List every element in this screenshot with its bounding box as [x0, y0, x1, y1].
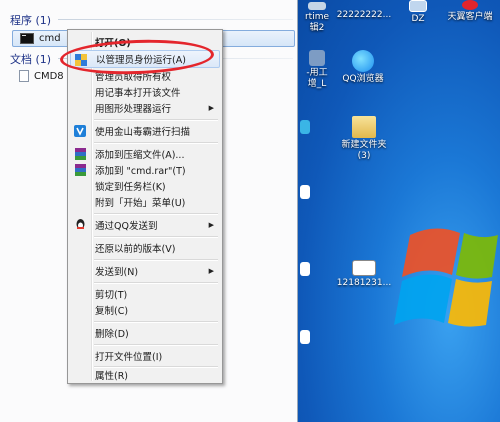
app-icon — [309, 50, 325, 66]
menu-item-run-with-gpu[interactable]: 用图形处理器运行 ▶ — [70, 99, 220, 117]
menu-item-label: 用记事本打开该文件 — [95, 88, 181, 99]
desktop-icon-12181231[interactable]: 12181231... — [336, 260, 392, 289]
menu-item-label: 复制(C) — [95, 306, 129, 317]
menu-separator — [94, 119, 218, 121]
file-icon — [300, 262, 310, 276]
file-icon — [352, 2, 376, 8]
kingsoft-antivirus-icon — [74, 125, 86, 137]
menu-separator — [94, 259, 218, 261]
menu-item-label: 属性(R) — [95, 371, 129, 382]
desktop-icon-label: QQ浏览器 — [342, 74, 384, 84]
menu-item-label: 添加到压缩文件(A)... — [95, 150, 185, 161]
desktop: rtime 辑2 22222222... DZ 天翼客户端 -用工 增_L QQ… — [298, 0, 500, 422]
desktop-icon-label: DZ — [411, 14, 425, 24]
menu-item-delete[interactable]: 删除(D) — [70, 324, 220, 342]
folder-icon — [352, 116, 376, 138]
desktop-icon-qq-browser[interactable]: QQ浏览器 — [338, 50, 388, 85]
menu-item-label: 添加到 "cmd.rar"(T) — [95, 166, 186, 177]
document-result-label: CMD8 — [34, 70, 64, 82]
menu-separator — [94, 236, 218, 238]
document-icon — [19, 70, 29, 82]
desktop-icon-tianyi[interactable]: 天翼客户端 — [442, 0, 498, 23]
documents-section-header: 文档 (1) — [10, 51, 293, 67]
qq-icon — [76, 219, 85, 229]
qq-browser-icon — [352, 50, 374, 72]
menu-item-pin-to-start[interactable]: 附到「开始」菜单(U) — [70, 193, 220, 211]
menu-separator — [94, 321, 218, 323]
programs-header-text: 程序 (1) — [10, 14, 52, 27]
submenu-arrow-icon: ▶ — [208, 221, 214, 229]
menu-item-properties[interactable]: 属性(R) — [70, 366, 220, 384]
cmd-icon — [20, 33, 34, 44]
documents-header-text: 文档 (1) — [10, 53, 52, 66]
menu-separator — [94, 142, 218, 144]
desktop-icon-2222[interactable]: 22222222... — [336, 2, 392, 21]
menu-item-kingsoft-scan[interactable]: 使用金山毒霸进行扫描 — [70, 122, 220, 140]
desktop-icon-partial[interactable] — [298, 330, 312, 346]
desktop-icon-label: 22222222... — [336, 10, 392, 20]
winrar-icon — [75, 148, 86, 160]
menu-item-label: 使用金山毒霸进行扫描 — [95, 127, 191, 138]
desktop-icon-label: rtime 辑2 — [304, 12, 330, 33]
menu-item-label: 通过QQ发送到 — [95, 221, 158, 232]
context-menu: 打开(O) 以管理员身份运行(A) 管理员取得所有权 用记事本打开该文件 用图形… — [67, 29, 223, 384]
desktop-icon-partial[interactable] — [298, 262, 312, 278]
menu-item-label: 发送到(N) — [95, 267, 139, 278]
menu-item-open-file-location[interactable]: 打开文件位置(I) — [70, 347, 220, 365]
menu-item-label: 剪切(T) — [95, 290, 128, 301]
file-icon — [300, 330, 310, 344]
desktop-icon-label: 12181231... — [336, 278, 392, 288]
app-icon — [308, 2, 326, 10]
menu-separator — [94, 213, 218, 215]
menu-item-restore-previous[interactable]: 还原以前的版本(V) — [70, 239, 220, 257]
desktop-icon-new-folder[interactable]: 新建文件夹 (3) — [336, 116, 392, 162]
programs-section-header: 程序 (1) — [10, 12, 293, 28]
menu-separator — [94, 344, 218, 346]
desktop-icon-partial[interactable] — [298, 120, 312, 136]
file-icon — [300, 185, 310, 199]
submenu-arrow-icon: ▶ — [208, 104, 214, 112]
app-icon — [409, 0, 427, 12]
app-icon — [300, 120, 310, 134]
menu-separator — [94, 282, 218, 284]
menu-item-send-to[interactable]: 发送到(N) ▶ — [70, 262, 220, 280]
windows-logo-wallpaper — [394, 228, 498, 327]
winrar-icon — [75, 164, 86, 176]
menu-item-send-via-qq[interactable]: 通过QQ发送到 ▶ — [70, 216, 220, 234]
desktop-icon-label: 天翼客户端 — [447, 12, 493, 22]
submenu-arrow-icon: ▶ — [208, 267, 214, 275]
menu-item-label: 删除(D) — [95, 329, 129, 340]
menu-item-label: 附到「开始」菜单(U) — [95, 198, 186, 209]
desktop-icon-label: 新建文件夹 (3) — [341, 140, 387, 161]
desktop-icon-label: -用工 增_L — [306, 68, 328, 89]
desktop-icon-rtime[interactable]: rtime 辑2 — [298, 2, 336, 34]
menu-item-label: 锁定到任务栏(K) — [95, 182, 166, 193]
image-file-icon — [352, 260, 376, 276]
menu-item-label: 打开文件位置(I) — [95, 352, 163, 363]
desktop-icon-tool[interactable]: -用工 增_L — [298, 50, 336, 90]
menu-item-label: 还原以前的版本(V) — [95, 244, 176, 255]
app-icon — [462, 0, 478, 10]
menu-item-copy[interactable]: 复制(C) — [70, 301, 220, 319]
desktop-icon-partial[interactable] — [298, 185, 312, 201]
menu-item-label: 用图形处理器运行 — [95, 104, 172, 115]
desktop-icon-dz[interactable]: DZ — [402, 0, 434, 25]
program-result-label: cmd — [39, 33, 61, 44]
section-divider — [58, 19, 293, 20]
